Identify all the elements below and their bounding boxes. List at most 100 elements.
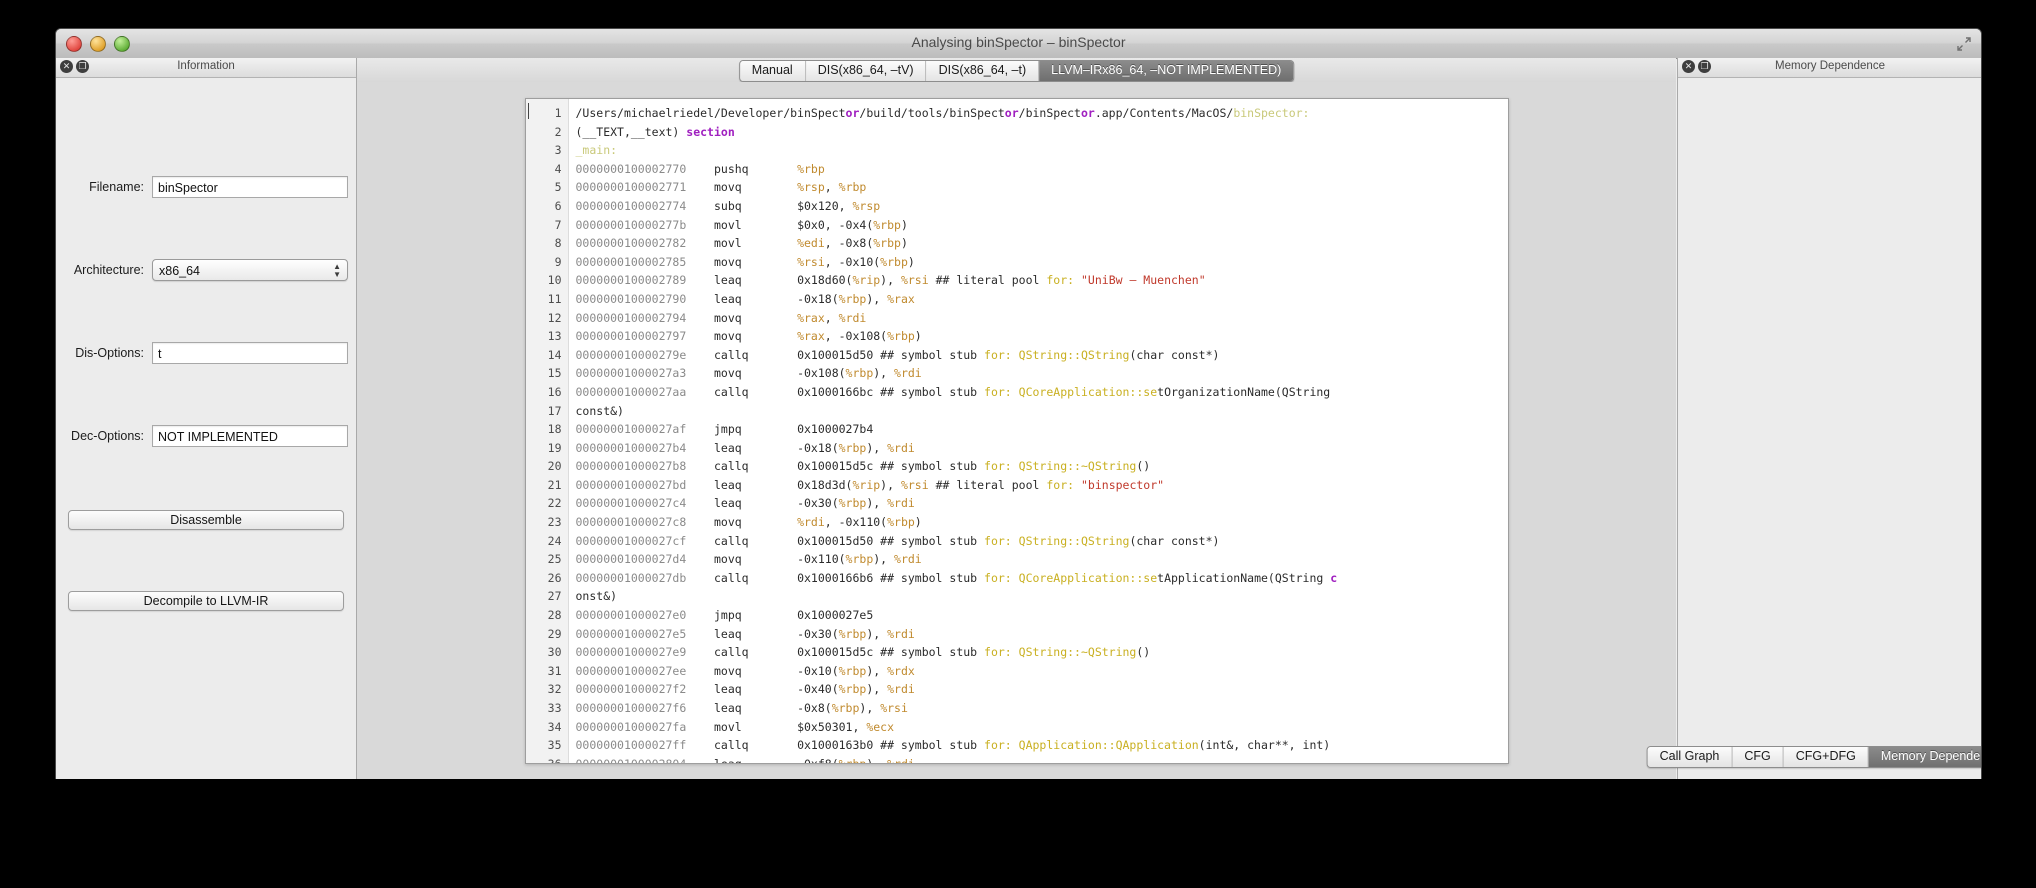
tab-memory-dependence[interactable]: Memory Dependence xyxy=(1868,747,1981,767)
tab-cfg-dfg[interactable]: CFG+DFG xyxy=(1783,747,1869,767)
line-number: 7 xyxy=(554,217,562,232)
view-tabbar: Manual DIS(x86_64, –tV) DIS(x86_64, –t) … xyxy=(357,58,1676,82)
application-window: Analysing binSpector – binSpector ✕ ❐ In… xyxy=(55,28,1982,781)
dis-options-label: Dis-Options: xyxy=(75,346,144,360)
window-titlebar: Analysing binSpector – binSpector xyxy=(56,29,1981,59)
decompile-to-llvm-ir-button[interactable]: Decompile to LLVM-IR xyxy=(68,591,344,611)
memory-dependence-panel-body xyxy=(1678,78,1981,738)
line-number: 18 xyxy=(547,422,562,437)
line-number: 9 xyxy=(554,254,562,269)
code-line: 8 0000000100002782 movl %edi, -0x8(%rbp) xyxy=(526,234,1508,253)
code-line-text: 00000001000027aa callq 0x1000166bc ## sy… xyxy=(575,384,1331,399)
code-line-text: 0000000100002797 movq %rax, -0x108(%rbp) xyxy=(575,329,922,344)
code-line: 15 00000001000027a3 movq -0x108(%rbp), %r… xyxy=(526,364,1508,383)
code-line-text: 00000001000027c8 movq %rdi, -0x110(%rbp) xyxy=(575,515,922,530)
line-number: 31 xyxy=(547,663,562,678)
line-number: 32 xyxy=(547,682,562,697)
line-number: 10 xyxy=(547,273,562,288)
line-number: 5 xyxy=(554,180,562,195)
line-number: 29 xyxy=(547,626,562,641)
line-number: 4 xyxy=(554,161,562,176)
code-line: 25 00000001000027d4 movq -0x110(%rbp), %r… xyxy=(526,550,1508,569)
line-number: 11 xyxy=(547,291,562,306)
memory-dependence-panel-header: ✕ ❐ Memory Dependence xyxy=(1678,58,1981,78)
information-panel-header: ✕ ❐ Information xyxy=(56,58,356,78)
information-panel-title: Information xyxy=(177,60,235,72)
dis-options-input[interactable]: t xyxy=(152,342,348,364)
fullscreen-icon[interactable] xyxy=(1957,37,1971,51)
code-line: 32 00000001000027f2 leaq -0x40(%rbp), %rd… xyxy=(526,680,1508,699)
chevron-updown-icon: ▲ ▼ xyxy=(333,262,341,279)
code-line: 10 0000000100002789 leaq 0x18d60(%rip), %… xyxy=(526,271,1508,290)
tab-manual[interactable]: Manual xyxy=(739,61,806,81)
line-number: 14 xyxy=(547,347,562,362)
code-line-text: const&) xyxy=(575,403,624,418)
memory-dependence-panel: ✕ ❐ Memory Dependence Call Graph CFG CFG… xyxy=(1646,58,1981,780)
code-line: 18 00000001000027af jmpq 0x1000027b4 xyxy=(526,420,1508,439)
code-line: 30 00000001000027e9 callq 0x100015d5c ## … xyxy=(526,643,1508,662)
memory-dependence-panel-title: Memory Dependence xyxy=(1775,60,1885,72)
code-line: 4 0000000100002770 pushq %rbp xyxy=(526,160,1508,179)
code-view-container: 1/Users/michaelriedel/Developer/binSpect… xyxy=(357,82,1676,780)
disassembly-code-view[interactable]: 1/Users/michaelriedel/Developer/binSpect… xyxy=(524,98,1509,764)
code-line-text: 0000000100002785 movq %rsi, -0x10(%rbp) xyxy=(575,254,915,269)
tab-dis-tv[interactable]: DIS(x86_64, –tV) xyxy=(805,61,927,81)
code-line: 33 00000001000027f6 leaq -0x8(%rbp), %rsi xyxy=(526,699,1508,718)
line-number: 15 xyxy=(547,366,562,381)
line-number: 13 xyxy=(547,329,562,344)
code-line-text: 0000000100002782 movl %edi, -0x8(%rbp) xyxy=(575,236,908,251)
code-line: 23 00000001000027c8 movq %rdi, -0x110(%rb… xyxy=(526,513,1508,532)
disassemble-button[interactable]: Disassemble xyxy=(68,510,344,530)
code-line: 16 00000001000027aa callq 0x1000166bc ## … xyxy=(526,383,1508,402)
center-area: Manual DIS(x86_64, –tV) DIS(x86_64, –t) … xyxy=(357,58,1676,780)
code-line-text: _main: xyxy=(575,143,618,158)
line-number: 35 xyxy=(547,738,562,753)
line-number: 26 xyxy=(547,570,562,585)
code-line-text: 00000001000027d4 movq -0x110(%rbp), %rdi xyxy=(575,552,922,567)
code-line-text: 0000000100002789 leaq 0x18d60(%rip), %rs… xyxy=(575,273,1206,288)
code-line: 1/Users/michaelriedel/Developer/binSpect… xyxy=(526,104,1508,123)
screen: Analysing binSpector – binSpector ✕ ❐ In… xyxy=(0,0,2036,888)
filename-row: Filename: binSpector xyxy=(56,176,356,198)
code-line: 36 0000000100002804 leaq -0xf8(%rbp), %rd… xyxy=(526,755,1508,763)
filename-input[interactable]: binSpector xyxy=(152,176,348,198)
desktop-background xyxy=(0,779,2036,888)
code-line-text: 00000001000027b4 leaq -0x18(%rbp), %rdi xyxy=(575,440,915,455)
architecture-label: Architecture: xyxy=(73,263,144,277)
view-tabs: Manual DIS(x86_64, –tV) DIS(x86_64, –t) … xyxy=(738,60,1295,82)
code-line: 34 00000001000027fa movl $0x50301, %ecx xyxy=(526,718,1508,737)
line-number: 8 xyxy=(554,236,562,251)
line-number: 6 xyxy=(554,198,562,213)
code-line-text: 000000010000279e callq 0x100015d50 ## sy… xyxy=(575,347,1220,362)
line-number: 23 xyxy=(547,515,562,530)
line-number: 1 xyxy=(554,106,562,120)
line-number: 27 xyxy=(547,589,562,604)
line-number: 19 xyxy=(547,440,562,455)
code-line: 6 0000000100002774 subq $0x120, %rsp xyxy=(526,197,1508,216)
tab-llvm-ir[interactable]: LLVM–IRx86_64, –NOT IMPLEMENTED) xyxy=(1039,61,1294,81)
code-line: 26 00000001000027db callq 0x1000166b6 ## … xyxy=(526,569,1508,588)
line-number: 17 xyxy=(547,403,562,418)
tab-dis-t[interactable]: DIS(x86_64, –t) xyxy=(926,61,1040,81)
code-line-text: 00000001000027f6 leaq -0x8(%rbp), %rsi xyxy=(575,701,908,715)
code-line-text: 0000000100002794 movq %rax, %rdi xyxy=(575,310,867,325)
code-line: 2 (__TEXT,__text) section xyxy=(526,123,1508,142)
tab-cfg[interactable]: CFG xyxy=(1732,747,1784,767)
code-line-text: 00000001000027bd leaq 0x18d3d(%rip), %rs… xyxy=(575,477,1165,492)
code-line-text: onst&) xyxy=(575,589,618,604)
code-line: 31 00000001000027ee movq -0x10(%rbp), %rd… xyxy=(526,662,1508,681)
code-line: 14 000000010000279e callq 0x100015d50 ## … xyxy=(526,346,1508,365)
code-line: 21 00000001000027bd leaq 0x18d3d(%rip), %… xyxy=(526,476,1508,495)
line-number: 24 xyxy=(547,533,562,548)
tab-call-graph[interactable]: Call Graph xyxy=(1647,747,1733,767)
architecture-select[interactable]: x86_64 ▲ ▼ xyxy=(152,259,348,281)
line-number: 22 xyxy=(547,496,562,511)
architecture-value: x86_64 xyxy=(159,264,201,278)
dec-options-label: Dec-Options: xyxy=(71,429,144,443)
code-line-text: 00000001000027fa movl $0x50301, %ecx xyxy=(575,719,895,734)
code-line-text: 0000000100002771 movq %rsp, %rbp xyxy=(575,180,867,195)
dec-options-input[interactable]: NOT IMPLEMENTED xyxy=(152,425,348,447)
dec-options-row: Dec-Options: NOT IMPLEMENTED xyxy=(56,425,356,447)
code-line-text: 00000001000027f2 leaq -0x40(%rbp), %rdi xyxy=(575,682,915,697)
code-line-text: 00000001000027e5 leaq -0x30(%rbp), %rdi xyxy=(575,626,915,641)
